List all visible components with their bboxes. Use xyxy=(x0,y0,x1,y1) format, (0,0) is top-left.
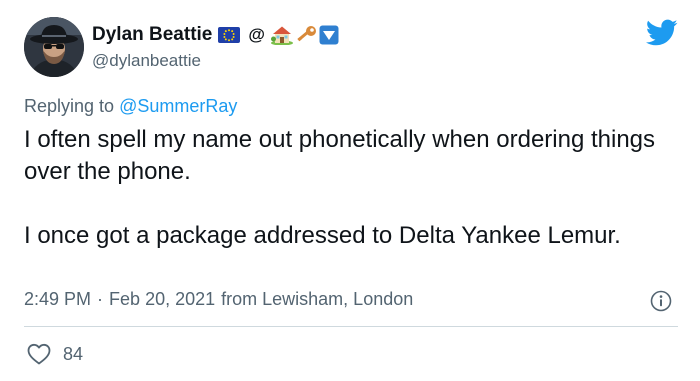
replying-to: Replying to @SummerRay xyxy=(24,96,237,117)
avatar-image xyxy=(24,17,84,77)
tweet-date[interactable]: Feb 20, 2021 xyxy=(109,289,215,310)
heart-icon[interactable] xyxy=(27,343,51,365)
key-icon xyxy=(295,25,317,45)
author-name-row: Dylan Beattie @ xyxy=(92,22,339,48)
down-triangle-button-icon xyxy=(319,25,339,45)
author-handle[interactable]: @dylanbeattie xyxy=(92,51,201,71)
eu-flag-icon xyxy=(218,26,241,44)
avatar[interactable] xyxy=(24,17,84,77)
tweet-paragraph-2: I once got a package addressed to Delta … xyxy=(24,222,621,249)
tweet-time[interactable]: 2:49 PM xyxy=(24,289,91,310)
tweet-body: I often spell my name out phonetically w… xyxy=(24,124,664,252)
tweet-card: Dylan Beattie @ @dylanbeattie Replying t… xyxy=(0,0,700,381)
at-sign-icon: @ xyxy=(248,25,265,44)
display-name[interactable]: Dylan Beattie xyxy=(92,24,212,46)
reply-mention-link[interactable]: @SummerRay xyxy=(119,96,237,116)
meta-separator: · xyxy=(97,289,104,309)
like-count: 84 xyxy=(63,344,84,364)
replying-to-prefix: Replying to xyxy=(24,96,120,116)
divider xyxy=(24,326,678,327)
tweet-metadata: 2:49 PM · Feb 20, 2021 from Lewisham, Lo… xyxy=(24,289,413,310)
twitter-bird-icon[interactable] xyxy=(646,19,678,47)
info-icon[interactable] xyxy=(650,290,672,312)
house-with-garden-icon xyxy=(270,25,293,45)
tweet-paragraph-1: I often spell my name out phonetically w… xyxy=(24,126,656,185)
tweet-location: from Lewisham, London xyxy=(221,289,414,309)
